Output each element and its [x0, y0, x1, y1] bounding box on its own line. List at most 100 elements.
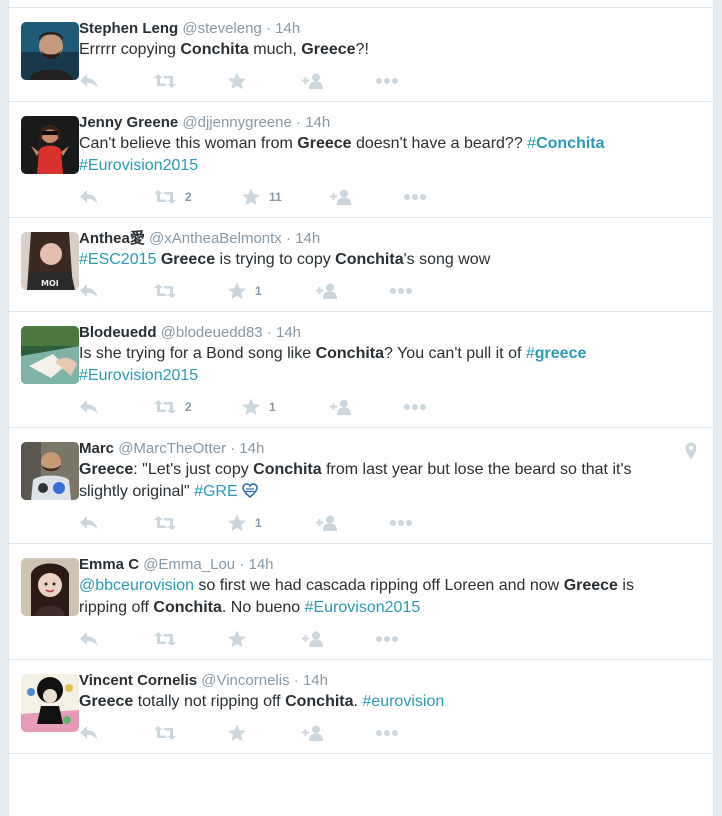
avatar[interactable] — [21, 22, 79, 80]
author-handle[interactable]: @steveleng — [182, 20, 261, 37]
favorite-button[interactable] — [227, 630, 301, 648]
reply-icon — [79, 73, 99, 89]
tweet-header: Blodeuedd @blodeuedd83 · 14h — [79, 322, 697, 343]
timestamp[interactable]: 14h — [248, 556, 273, 573]
retweet-button[interactable] — [153, 725, 227, 741]
hashtag-link[interactable]: #Eurovision2015 — [79, 157, 198, 174]
follow-button[interactable] — [301, 725, 375, 741]
author-handle[interactable]: @Emma_Lou — [143, 556, 235, 573]
tweet-actions — [79, 619, 697, 659]
retweet-button[interactable]: 2 — [153, 189, 241, 205]
timestamp[interactable]: 14h — [276, 324, 301, 341]
reply-button[interactable] — [79, 631, 153, 647]
favorite-button[interactable] — [227, 72, 301, 90]
timestamp[interactable]: 14h — [303, 672, 328, 689]
tweet-text: Greece totally not ripping off Conchita.… — [79, 691, 697, 713]
tweet[interactable]: Blodeuedd @blodeuedd83 · 14h Is she tryi… — [9, 312, 713, 428]
hashtag-link[interactable]: #GRE — [194, 483, 238, 500]
timestamp[interactable]: 14h — [305, 114, 330, 131]
star-icon — [227, 282, 247, 300]
favorite-button[interactable]: 1 — [227, 514, 315, 532]
hashtag-link[interactable]: #Eurovision2015 — [79, 367, 198, 384]
tweet-text-segment: ?! — [355, 41, 369, 58]
follow-button[interactable] — [301, 631, 375, 647]
retweet-icon — [153, 725, 177, 741]
hashtag-link[interactable]: @bbceurovision — [79, 577, 194, 594]
retweet-button[interactable] — [153, 283, 227, 299]
author-handle[interactable]: @MarcTheOtter — [118, 440, 226, 457]
reply-button[interactable] — [79, 283, 153, 299]
favorite-button[interactable]: 11 — [241, 188, 329, 206]
avatar[interactable] — [21, 558, 79, 616]
retweet-button[interactable] — [153, 73, 227, 89]
timestamp[interactable]: 14h — [275, 20, 300, 37]
hashtag-link[interactable]: #ESC2015 — [79, 251, 156, 268]
timestamp[interactable]: 14h — [239, 440, 264, 457]
author-handle[interactable]: @djjennygreene — [182, 114, 291, 131]
author-name[interactable]: Anthea愛 — [79, 230, 145, 247]
follow-button[interactable] — [301, 73, 375, 89]
favorite-button[interactable] — [227, 724, 301, 742]
highlighted-term: Greece — [79, 461, 134, 478]
highlighted-term: Conchita — [253, 461, 322, 478]
tweet[interactable]: Vincent Cornelis @Vincornelis · 14h Gree… — [9, 660, 713, 754]
hashtag-link[interactable]: #Conchita — [527, 135, 604, 152]
retweet-button[interactable]: 2 — [153, 399, 241, 415]
retweet-button[interactable] — [153, 631, 227, 647]
tweet[interactable]: Marc @MarcTheOtter · 14h Greece: "Let's … — [9, 428, 713, 544]
reply-button[interactable] — [79, 725, 153, 741]
author-handle[interactable]: @Vincornelis — [201, 672, 289, 689]
highlighted-term: Greece — [160, 251, 216, 268]
favorite-button[interactable]: 1 — [241, 398, 329, 416]
hashtag-link[interactable]: #greece — [526, 345, 587, 362]
author-name[interactable]: Stephen Leng — [79, 20, 178, 37]
more-options-button[interactable] — [403, 193, 477, 201]
reply-button[interactable] — [79, 515, 153, 531]
more-options-button[interactable] — [389, 287, 463, 295]
tweet[interactable]: Jenny Greene @djjennygreene · 14h Can't … — [9, 102, 713, 218]
author-name[interactable]: Emma C — [79, 556, 139, 573]
avatar[interactable] — [21, 326, 79, 384]
author-handle[interactable]: @xAntheaBelmontx — [149, 230, 282, 247]
reply-button[interactable] — [79, 73, 153, 89]
tweet-text-segment: is — [617, 577, 634, 594]
favorite-button[interactable]: 1 — [227, 282, 315, 300]
follow-user-icon — [301, 725, 325, 741]
more-options-button[interactable] — [375, 729, 449, 737]
more-options-button[interactable] — [375, 77, 449, 85]
retweet-button[interactable] — [153, 515, 227, 531]
follow-button[interactable] — [329, 189, 403, 205]
follow-button[interactable] — [315, 283, 389, 299]
timestamp[interactable]: 14h — [295, 230, 320, 247]
author-handle[interactable]: @blodeuedd83 — [161, 324, 263, 341]
reply-button[interactable] — [79, 399, 153, 415]
blue-heart-icon — [238, 483, 258, 500]
tweet-actions — [79, 713, 697, 753]
author-name[interactable]: Jenny Greene — [79, 114, 178, 131]
separator-dot: · — [296, 114, 302, 131]
hashtag-link[interactable]: #Eurovison2015 — [305, 599, 421, 616]
follow-button[interactable] — [329, 399, 403, 415]
more-options-button[interactable] — [375, 635, 449, 643]
tweet[interactable]: Stephen Leng @steveleng · 14h Errrrr cop… — [9, 7, 713, 102]
follow-button[interactable] — [315, 515, 389, 531]
author-name[interactable]: Marc — [79, 440, 114, 457]
avatar[interactable] — [21, 442, 79, 500]
avatar[interactable]: MOI — [21, 232, 79, 290]
avatar[interactable] — [21, 674, 79, 732]
more-options-button[interactable] — [389, 519, 463, 527]
reply-button[interactable] — [79, 189, 153, 205]
hashtag-link[interactable]: #eurovision — [362, 693, 444, 710]
separator-dot: · — [266, 324, 272, 341]
author-name[interactable]: Vincent Cornelis — [79, 672, 197, 689]
more-dots-icon — [389, 287, 413, 295]
tweet[interactable]: MOI Anthea愛 @xAntheaBelmontx · 14h #ESC2… — [9, 218, 713, 312]
tweet-text-segment: ripping off — [79, 599, 154, 616]
star-icon — [241, 398, 261, 416]
tweet[interactable]: Emma C @Emma_Lou · 14h @bbceurovision so… — [9, 544, 713, 660]
author-name[interactable]: Blodeuedd — [79, 324, 157, 341]
more-options-button[interactable] — [403, 403, 477, 411]
tweet-header: Emma C @Emma_Lou · 14h — [79, 554, 697, 575]
avatar[interactable] — [21, 116, 79, 174]
location-pin-icon[interactable] — [685, 442, 697, 465]
